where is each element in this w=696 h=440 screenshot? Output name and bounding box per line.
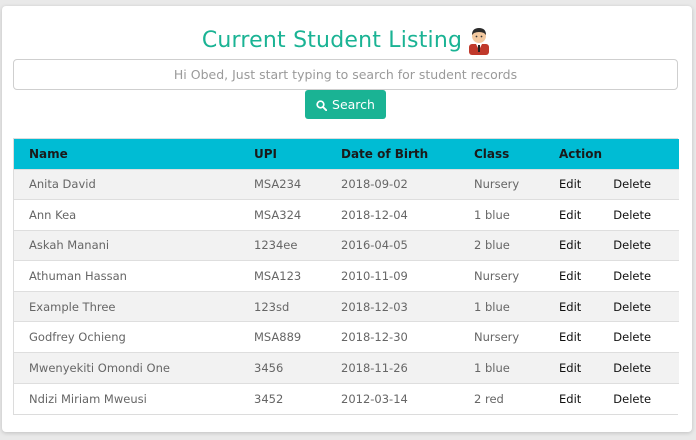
edit-link[interactable]: Edit [559,392,581,406]
column-header-action: Action [559,146,603,161]
cell-upi: 3456 [254,360,284,375]
table-body: Anita David MSA234 2018-09-02 Nursery Edit De… [14,169,679,414]
table-row: Anita David MSA234 2018-09-02 Nursery Edit De… [14,169,679,200]
cell-class: Nursery [474,330,520,345]
row-actions: Edit Delete [559,361,679,375]
student-table: Name UPI Date of Birth Class Action Anit… [14,139,679,414]
table-row: Askah Manani 1234ee 2016-04-05 2 blue Edit De… [14,230,679,261]
cell-dob: 2018-12-03 [341,299,408,314]
student-table-container: Name UPI Date of Birth Class Action Anit… [13,138,679,415]
row-actions: Edit Delete [559,208,679,222]
cell-name: Mwenyekiti Omondi One [29,360,170,375]
table-row: Example Three 123sd 2018-12-03 1 blue Edit De… [14,291,679,322]
cell-action: Edit Delete [544,169,679,200]
delete-link[interactable]: Delete [613,269,651,283]
cell-dob: 2010-11-09 [341,269,408,284]
edit-link[interactable]: Edit [559,177,581,191]
cell-upi: 1234ee [254,238,298,253]
delete-link[interactable]: Delete [613,361,651,375]
cell-dob: 2016-04-05 [341,238,408,253]
cell-action: Edit Delete [544,200,679,231]
column-header-upi: UPI [254,146,278,161]
cell-upi: 3452 [254,391,284,406]
cell-upi: 123sd [254,299,290,314]
cell-action: Edit Delete [544,261,679,292]
table-row: Mwenyekiti Omondi One 3456 2018-11-26 1 blu… [14,352,679,384]
edit-link[interactable]: Edit [559,269,581,283]
delete-link[interactable]: Delete [613,177,651,191]
cell-upi: MSA123 [254,269,302,284]
table-row: Ann Kea MSA324 2018-12-04 1 blue Edit Delete [14,199,679,231]
cell-class: Nursery [474,269,520,284]
table-header-row: Name UPI Date of Birth Class Action [14,139,679,169]
column-header-name: Name [29,146,68,161]
cell-upi: MSA234 [254,177,302,192]
delete-link[interactable]: Delete [613,300,651,314]
edit-link[interactable]: Edit [559,330,581,344]
row-actions: Edit Delete [559,300,679,314]
cell-name: Godfrey Ochieng [29,330,126,345]
table-row: Ndizi Miriam Mweusi 3452 2012-03-14 2 red Ed… [14,383,679,414]
row-actions: Edit Delete [559,330,679,344]
cell-dob: 2018-09-02 [341,177,408,192]
cell-name: Askah Manani [29,238,110,253]
edit-link[interactable]: Edit [559,361,581,375]
cell-dob: 2018-12-30 [341,330,408,345]
cell-dob: 2018-11-26 [341,360,408,375]
column-header-dob: Date of Birth [341,146,429,161]
delete-link[interactable]: Delete [613,330,651,344]
cell-action: Edit Delete [544,322,679,353]
cell-action: Edit Delete [544,353,679,384]
cell-class: 1 blue [474,299,510,314]
cell-upi: MSA324 [254,207,302,222]
table-row: Athuman Hassan MSA123 2010-11-09 Nursery Edi… [14,260,679,292]
cell-name: Ndizi Miriam Mweusi [29,391,147,406]
edit-link[interactable]: Edit [559,300,581,314]
cell-upi: MSA889 [254,330,302,345]
cell-dob: 2018-12-04 [341,207,408,222]
edit-link[interactable]: Edit [559,208,581,222]
edit-link[interactable]: Edit [559,238,581,252]
column-header-class: Class [474,146,510,161]
cell-name: Anita David [29,177,96,192]
search-input[interactable] [13,59,678,90]
cell-action: Edit Delete [544,291,679,322]
cell-name: Ann Kea [29,207,77,222]
student-avatar-icon [466,25,492,55]
table-row: Godfrey Ochieng MSA889 2018-12-30 Nursery Ed… [14,321,679,353]
cell-class: 1 blue [474,360,510,375]
search-button-label: Search [332,97,375,112]
row-actions: Edit Delete [559,269,679,283]
page-header: Current Student Listing [2,22,692,58]
cell-class: Nursery [474,177,520,192]
cell-dob: 2012-03-14 [341,391,408,406]
search-button[interactable]: Search [305,90,386,119]
cell-name: Example Three [29,299,116,314]
cell-class: 2 red [474,391,504,406]
delete-link[interactable]: Delete [613,392,651,406]
delete-link[interactable]: Delete [613,238,651,252]
page-title: Current Student Listing [201,27,463,53]
search-icon [316,99,328,112]
cell-action: Edit Delete [544,230,679,261]
row-actions: Edit Delete [559,238,679,252]
row-actions: Edit Delete [559,392,679,406]
cell-class: 2 blue [474,238,510,253]
cell-action: Edit Delete [544,383,679,414]
cell-class: 1 blue [474,207,510,222]
cell-name: Athuman Hassan [29,269,127,284]
delete-link[interactable]: Delete [613,208,651,222]
row-actions: Edit Delete [559,177,679,191]
